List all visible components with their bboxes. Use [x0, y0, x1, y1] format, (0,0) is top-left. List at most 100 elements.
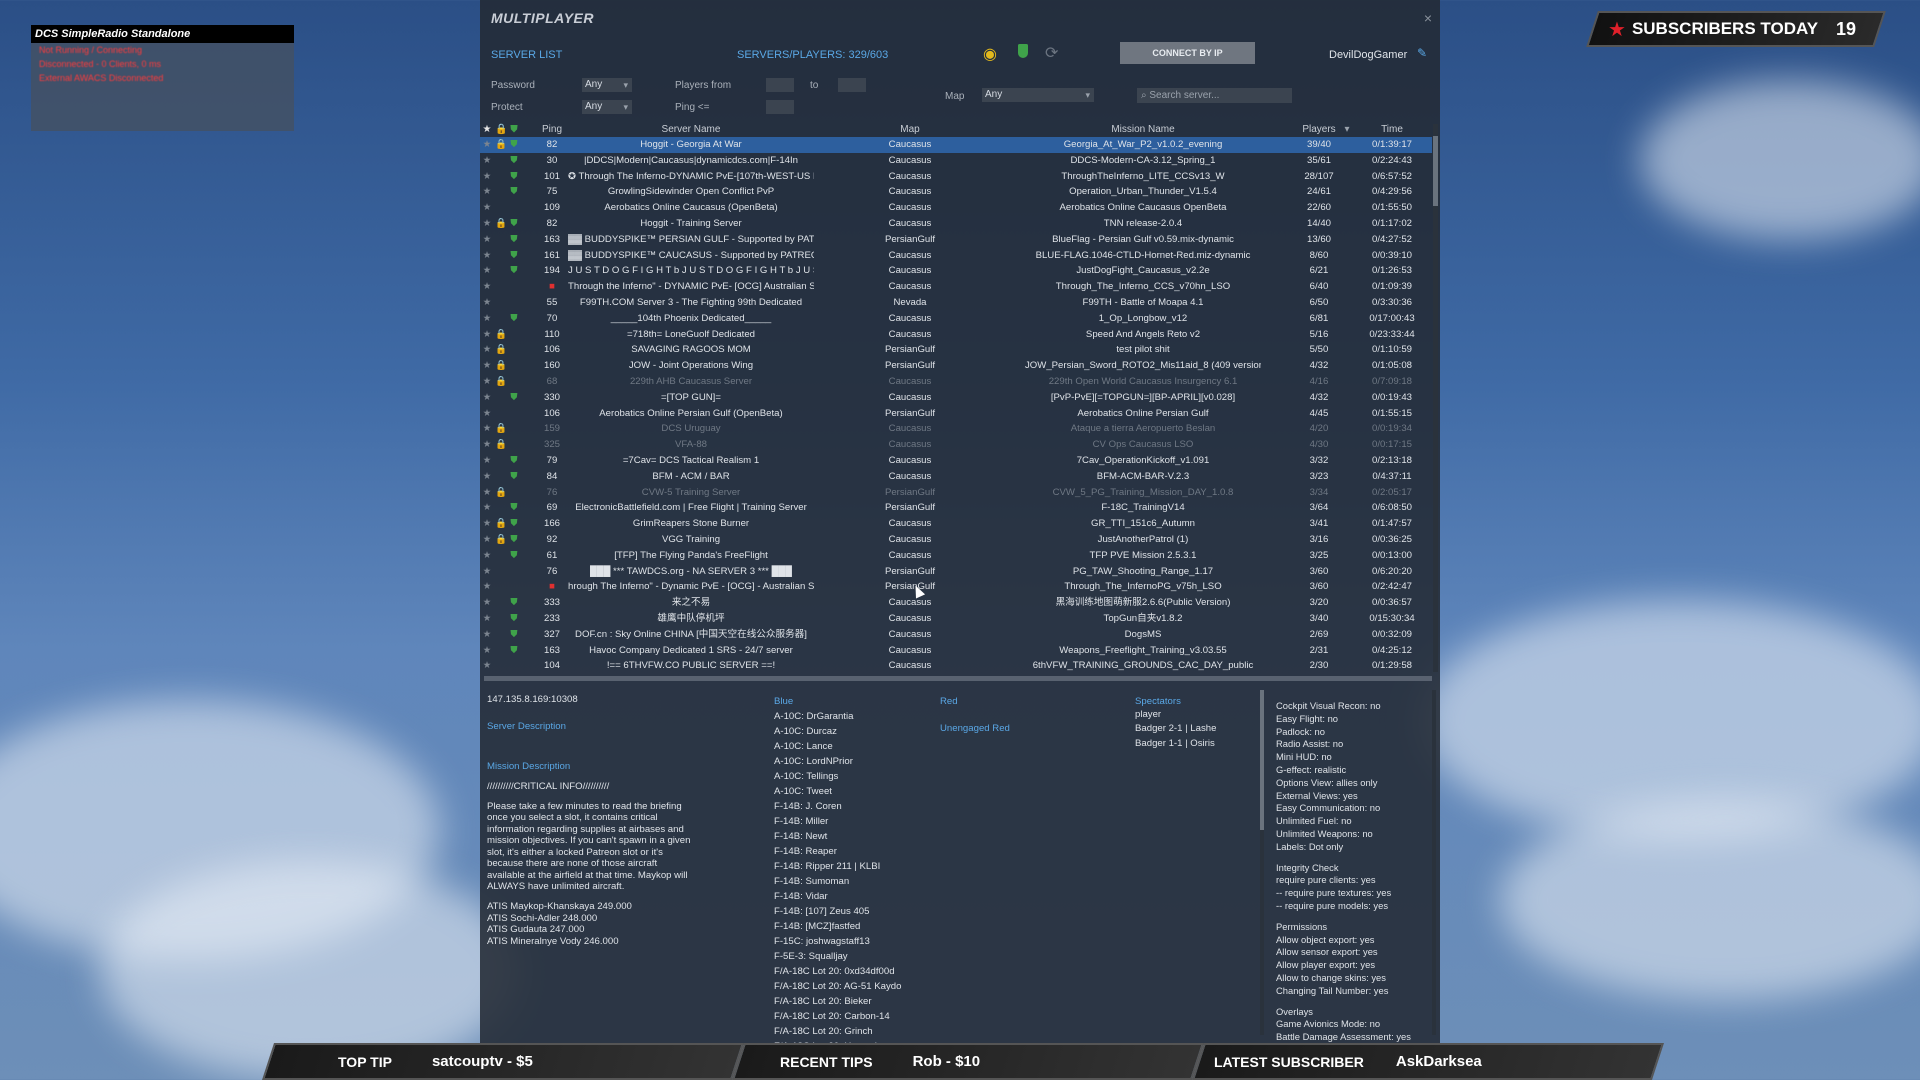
table-row[interactable]: ★ 🔒 ⛊ 82 Hoggit - Training Server Caucasus TNN… [480, 216, 1432, 232]
refresh-icon[interactable]: ⟳ [1045, 43, 1058, 63]
star-icon[interactable]: ★ [482, 611, 492, 627]
star-icon[interactable]: ★ [482, 579, 492, 595]
favorite-column-star-icon[interactable]: ★ [482, 124, 492, 135]
blue-slot-item[interactable]: A-10C: Tellings [774, 769, 901, 784]
star-icon[interactable]: ★ [482, 374, 492, 390]
blue-slot-item[interactable]: A-10C: Durcaz [774, 724, 901, 739]
table-row[interactable]: ★ 104 !== 6THVFW.CO PUBLIC SERVER ==! Cauca… [480, 658, 1432, 674]
connect-by-ip-button[interactable]: CONNECT BY IP [1120, 42, 1255, 64]
table-row[interactable]: ★ 🔒 160 JOW - Joint Operations Wing PersianG… [480, 358, 1432, 374]
shield-column-icon[interactable]: ⛊ [509, 124, 519, 135]
star-icon[interactable]: ★ [482, 548, 492, 564]
star-icon[interactable]: ★ [482, 342, 492, 358]
col-players[interactable]: Players [1298, 124, 1340, 135]
blue-slot-item[interactable]: F-14B: Ripper 211 | KLBI [774, 859, 901, 874]
blue-slot-item[interactable]: A-10C: DrGarantia [774, 709, 901, 724]
blue-slot-item[interactable]: F/A-18C Lot 20: 0xd34df00d [774, 964, 901, 979]
table-row[interactable]: ★ 🔒 110 =718th= LoneGuolf Dedicated Caucasus… [480, 327, 1432, 343]
blue-slot-item[interactable]: F-15C: joshwagstaff13 [774, 934, 901, 949]
star-icon[interactable]: ★ [482, 358, 492, 374]
table-row[interactable]: ★ ⛊ 70 _____104th Phoenix Dedicated_____ Cau… [480, 311, 1432, 327]
star-icon[interactable]: ★ [482, 516, 492, 532]
star-icon[interactable]: ★ [482, 263, 492, 279]
table-row[interactable]: ★ ⛊ 30 |DDCS|Modern|Caucasus|dynamicdcs.com… [480, 153, 1432, 169]
blue-slot-item[interactable]: F-5E-3: Squalljay [774, 949, 901, 964]
star-icon[interactable]: ★ [482, 453, 492, 469]
star-icon[interactable]: ★ [482, 658, 492, 674]
tab-server-list[interactable]: SERVER LIST [491, 49, 562, 61]
star-icon[interactable]: ★ [482, 421, 492, 437]
star-icon[interactable]: ★ [482, 643, 492, 659]
table-row[interactable]: ★ ⛊ 101 ✪ Through The Inferno-DYNAMIC PvE-[… [480, 169, 1432, 185]
table-row[interactable]: ★ 🔒 106 SAVAGING RAGOOS MOM PersianGulf test … [480, 342, 1432, 358]
password-select[interactable]: Any [582, 78, 632, 92]
blue-slot-item[interactable]: F-14B: Reaper [774, 844, 901, 859]
table-row[interactable]: ★ ■ hrough The Inferno" - Dynamic PvE - [O… [480, 579, 1432, 595]
star-icon[interactable]: ★ [482, 627, 492, 643]
table-row[interactable]: ★ ⛊ 163 ▓▓ BUDDYSPIKE™ PERSIAN GULF - Suppo… [480, 232, 1432, 248]
table-row[interactable]: ★ ⛊ 75 GrowlingSidewinder Open Conflict PvP… [480, 184, 1432, 200]
protect-select[interactable]: Any [582, 100, 632, 114]
star-icon[interactable]: ★ [482, 232, 492, 248]
sort-desc-icon[interactable]: ▾ [1342, 124, 1352, 135]
blue-slot-item[interactable]: A-10C: Lance [774, 739, 901, 754]
blue-slot-item[interactable]: F/A-18C Lot 20: AG-51 Kaydo [774, 979, 901, 994]
table-row[interactable]: ★ 🔒 ⛊ 82 Hoggit - Georgia At War Caucasus Geor… [480, 137, 1432, 153]
star-icon[interactable]: ★ [482, 390, 492, 406]
star-icon[interactable]: ★ [482, 327, 492, 343]
table-row[interactable]: ★ 🔒 325 VFA-88 Caucasus CV Ops Caucasus LSO 4/… [480, 437, 1432, 453]
star-icon[interactable]: ★ [482, 153, 492, 169]
star-icon[interactable]: ★ [482, 295, 492, 311]
table-row[interactable]: ★ ■ Through the Inferno" - DYNAMIC PvE- [O… [480, 279, 1432, 295]
star-icon[interactable]: ★ [482, 216, 492, 232]
col-map[interactable]: Map [858, 124, 962, 135]
blue-slot-item[interactable]: F-14B: [MCZ]fastfed [774, 919, 901, 934]
blue-slot-item[interactable]: F-14B: Newt [774, 829, 901, 844]
star-icon[interactable]: ★ [482, 406, 492, 422]
table-row[interactable]: ★ 🔒 ⛊ 92 VGG Training Caucasus JustAnotherPatr… [480, 532, 1432, 548]
col-time[interactable]: Time [1352, 124, 1432, 135]
server-list-scrollbar[interactable] [1433, 124, 1438, 672]
star-icon[interactable]: ★ [482, 311, 492, 327]
table-row[interactable]: ★ 76 ███ *** TAWDCS.org - NA SERVER 3 *** … [480, 564, 1432, 580]
star-icon[interactable]: ★ [482, 564, 492, 580]
edit-pencil-icon[interactable]: ✎ [1417, 46, 1427, 60]
table-row[interactable]: ★ ⛊ 84 BFM - ACM / BAR Caucasus BFM-ACM-BAR-V… [480, 469, 1432, 485]
star-icon[interactable]: ★ [482, 532, 492, 548]
map-select[interactable]: Any [982, 88, 1094, 102]
blue-slot-item[interactable]: F-14B: Miller [774, 814, 901, 829]
table-row[interactable]: ★ 106 Aerobatics Online Persian Gulf (Open… [480, 406, 1432, 422]
star-icon[interactable]: ★ [482, 200, 492, 216]
search-input[interactable]: ⌕ Search server... [1137, 88, 1292, 103]
lock-column-icon[interactable]: 🔒 [495, 124, 507, 135]
blue-slot-item[interactable]: F/A-18C Lot 20: Carbon-14 [774, 1009, 901, 1024]
blue-slot-item[interactable]: F/A-18C Lot 20: Bieker [774, 994, 901, 1009]
star-icon[interactable]: ★ [482, 485, 492, 501]
table-row[interactable]: ★ 109 Aerobatics Online Caucasus (OpenBeta… [480, 200, 1432, 216]
scrollbar-thumb[interactable] [1433, 136, 1438, 206]
blue-slot-item[interactable]: F/A-18C Lot 20: Grinch [774, 1024, 901, 1039]
table-row[interactable]: ★ 🔒 ⛊ 166 GrimReapers Stone Burner Caucasus GR… [480, 516, 1432, 532]
star-icon[interactable]: ★ [482, 469, 492, 485]
col-mission-name[interactable]: Mission Name [1025, 124, 1261, 135]
players-from-input[interactable] [766, 78, 794, 92]
col-server-name[interactable]: Server Name [568, 124, 814, 135]
star-icon[interactable]: ★ [482, 137, 492, 153]
table-row[interactable]: ★ ⛊ 69 ElectronicBattlefield.com | Free Fli… [480, 500, 1432, 516]
star-icon[interactable]: ★ [482, 279, 492, 295]
eye-icon[interactable]: ◉ [983, 44, 997, 64]
star-icon[interactable]: ★ [482, 169, 492, 185]
table-row[interactable]: ★ ⛊ 194 J U S T D O G F I G H T b J U S T D… [480, 263, 1432, 279]
players-to-input[interactable] [838, 78, 866, 92]
table-row[interactable]: ★ 🔒 68 229th AHB Caucasus Server Caucasus 229… [480, 374, 1432, 390]
star-icon[interactable]: ★ [482, 437, 492, 453]
table-row[interactable]: ★ 🔒 76 CVW-5 Training Server PersianGulf CVW_… [480, 485, 1432, 501]
server-list-horizontal-scrollbar[interactable] [484, 676, 1432, 681]
settings-scrollbar[interactable] [1432, 690, 1436, 1035]
blue-slot-item[interactable]: A-10C: LordNPrior [774, 754, 901, 769]
table-row[interactable]: ★ ⛊ 333 来之不易 Caucasus 黑海训练地图萌新服2.6.6(Public V… [480, 595, 1432, 611]
table-row[interactable]: ★ ⛊ 233 雄鹰中队停机坪 Caucasus TopGun自夹v1.8.2 3/40 0/… [480, 611, 1432, 627]
blue-slot-item[interactable]: F-14B: [107] Zeus 405 [774, 904, 901, 919]
table-row[interactable]: ★ ⛊ 61 [TFP] The Flying Panda's FreeFlight C… [480, 548, 1432, 564]
blue-slot-item[interactable]: A-10C: Tweet [774, 784, 901, 799]
